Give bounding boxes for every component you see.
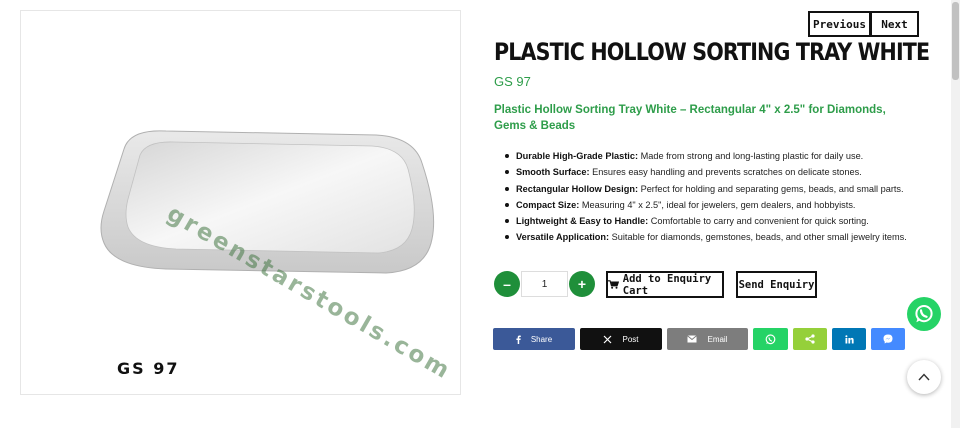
feature-label: Versatile Application:: [516, 232, 610, 243]
add-to-enquiry-cart-button[interactable]: Add to Enquiry Cart: [606, 271, 724, 298]
share-x-label: Post: [622, 334, 639, 344]
quantity-decrease-button[interactable]: –: [494, 271, 520, 297]
email-icon: [687, 335, 698, 343]
feature-item: Smooth Surface: Ensures easy handling an…: [505, 164, 935, 180]
page-scrollbar[interactable]: [951, 0, 960, 428]
share-facebook-label: Share: [530, 334, 553, 344]
previous-button[interactable]: Previous: [808, 11, 871, 37]
product-subtitle: Plastic Hollow Sorting Tray White – Rect…: [494, 104, 886, 132]
share-messenger-button[interactable]: [871, 328, 905, 350]
image-code-label: GS 97: [117, 359, 180, 378]
send-enquiry-button[interactable]: Send Enquiry: [736, 271, 817, 298]
feature-item: Lightweight & Easy to Handle: Comfortabl…: [505, 213, 935, 229]
feature-item: Durable High-Grade Plastic: Made from st…: [505, 148, 935, 164]
share-sharethis-button[interactable]: [793, 328, 827, 350]
feature-text: Perfect for holding and separating gems,…: [638, 183, 904, 194]
product-code: GS 97: [494, 74, 531, 89]
chevron-up-icon: [918, 373, 930, 381]
feature-text: Comfortable to carry and convenient for …: [648, 216, 869, 227]
share-email-button[interactable]: Email: [667, 328, 748, 350]
scroll-to-top-button[interactable]: [907, 360, 941, 394]
feature-item: Rectangular Hollow Design: Perfect for h…: [505, 181, 935, 197]
product-main-image[interactable]: greenstarstools.com GS 97: [20, 10, 461, 395]
feature-text: Ensures easy handling and prevents scrat…: [589, 167, 862, 178]
share-facebook-button[interactable]: Share: [493, 328, 575, 350]
cart-icon: [608, 280, 619, 289]
scrollbar-thumb[interactable]: [952, 2, 959, 80]
next-button[interactable]: Next: [871, 11, 919, 37]
feature-label: Lightweight & Easy to Handle:: [516, 216, 649, 227]
share-linkedin-button[interactable]: [832, 328, 866, 350]
whatsapp-chat-button[interactable]: [907, 297, 941, 331]
linkedin-icon: [844, 334, 854, 343]
quantity-increase-button[interactable]: +: [569, 271, 595, 297]
whatsapp-icon: [915, 305, 933, 323]
feature-text: Suitable for diamonds, gemstones, beads,…: [609, 232, 907, 243]
feature-label: Compact Size:: [516, 199, 580, 210]
add-to-enquiry-cart-label: Add to Enquiry Cart: [622, 272, 712, 297]
share-icon: [805, 334, 815, 344]
facebook-icon: [516, 335, 521, 344]
feature-text: Measuring 4" x 2.5", ideal for jewelers,…: [579, 199, 856, 210]
product-title: PLASTIC HOLLOW SORTING TRAY WHITE: [494, 38, 930, 66]
feature-label: Rectangular Hollow Design:: [516, 183, 639, 194]
share-x-button[interactable]: Post: [580, 328, 662, 350]
x-icon: [604, 335, 612, 343]
feature-item: Versatile Application: Suitable for diam…: [505, 229, 935, 245]
feature-label: Smooth Surface:: [516, 167, 590, 178]
feature-text: Made from strong and long-lasting plasti…: [638, 151, 864, 161]
feature-item: Compact Size: Measuring 4" x 2.5", ideal…: [505, 197, 935, 213]
messenger-icon: [883, 334, 893, 344]
share-whatsapp-button[interactable]: [753, 328, 788, 350]
feature-list: Durable High-Grade Plastic: Made from st…: [505, 148, 935, 246]
feature-label: Durable High-Grade Plastic:: [516, 151, 639, 161]
whatsapp-icon: [765, 333, 776, 344]
share-email-label: Email: [707, 334, 728, 344]
quantity-input[interactable]: [521, 271, 568, 297]
